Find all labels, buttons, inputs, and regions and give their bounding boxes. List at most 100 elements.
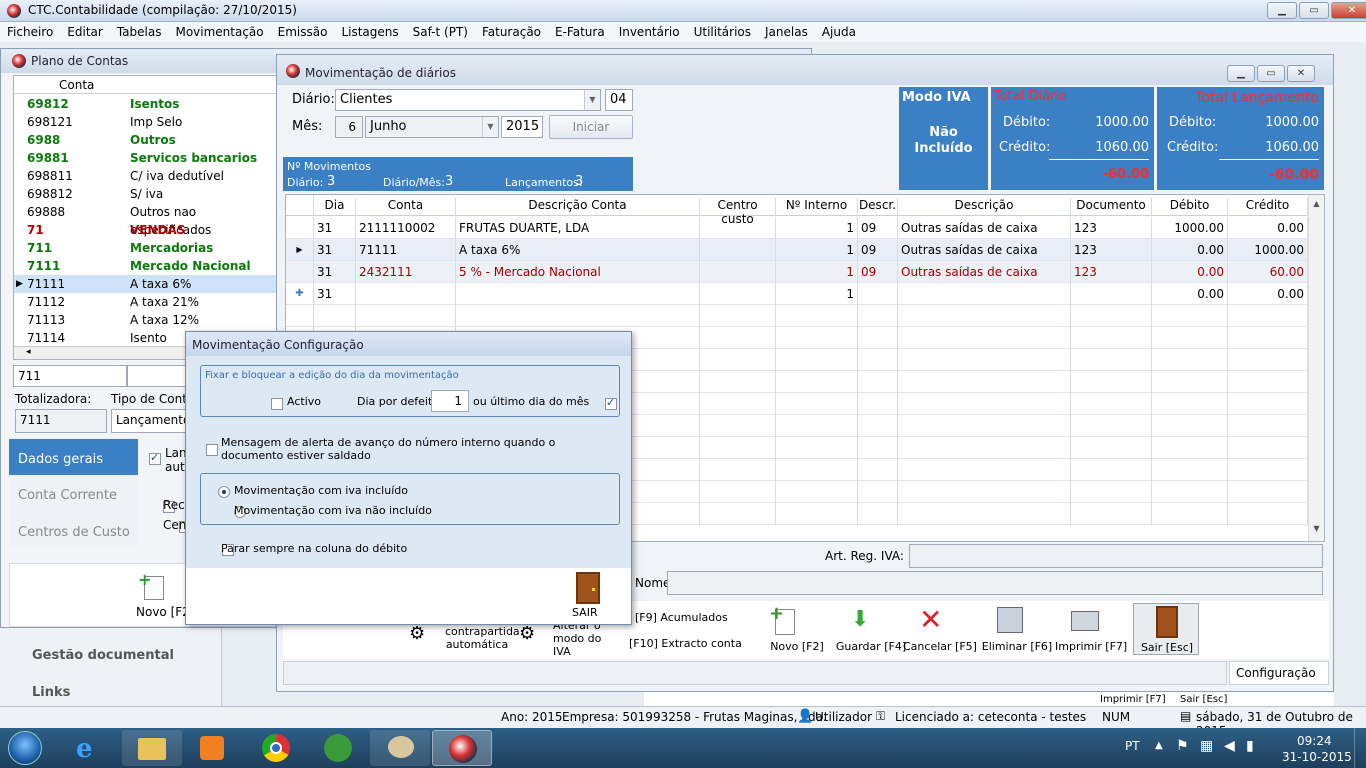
cell-interno[interactable] bbox=[776, 327, 858, 349]
dialog-sair-button[interactable]: SAIR bbox=[572, 606, 598, 619]
cell-credito[interactable] bbox=[1228, 327, 1308, 349]
cancelar-button[interactable]: ✕ Cancelar [F5] bbox=[903, 603, 977, 655]
cell-doc[interactable] bbox=[1071, 459, 1152, 481]
table-row[interactable]: 31 2111110002 FRUTAS DUARTE, LDA 1 09 Outras … bbox=[286, 217, 1308, 239]
col-header[interactable]: Crédito bbox=[1228, 198, 1308, 216]
eliminar-button[interactable]: Eliminar [F6] bbox=[981, 603, 1053, 655]
ano-field[interactable]: 2015 bbox=[501, 116, 543, 138]
language-indicator[interactable]: PT bbox=[1125, 739, 1140, 753]
menu-janelas[interactable]: Janelas bbox=[765, 25, 808, 39]
menu-tabelas[interactable]: Tabelas bbox=[117, 25, 162, 39]
cell-centro[interactable] bbox=[700, 503, 776, 525]
menu-emiss-o[interactable]: Emissão bbox=[278, 25, 328, 39]
cell-descricao[interactable]: Outras saídas de caixa bbox=[898, 261, 1071, 283]
cell-centro[interactable] bbox=[700, 415, 776, 437]
cell-interno[interactable] bbox=[776, 503, 858, 525]
cell-descr[interactable] bbox=[858, 437, 898, 459]
cell-doc[interactable]: 123 bbox=[1071, 217, 1152, 239]
art-reg-iva-field[interactable] bbox=[909, 544, 1323, 568]
close-button[interactable]: ✕ bbox=[1331, 2, 1366, 19]
menu-saf-t-pt-[interactable]: Saf-t (PT) bbox=[413, 25, 468, 39]
cell-descr[interactable] bbox=[858, 393, 898, 415]
cell-descr[interactable]: 09 bbox=[858, 261, 898, 283]
iva-incluido-radio[interactable] bbox=[218, 485, 230, 498]
conta-row[interactable]: 7111 Mercado Nacional bbox=[14, 257, 276, 275]
cell-debito[interactable] bbox=[1152, 503, 1228, 525]
cell-dia[interactable]: 31 bbox=[314, 239, 356, 261]
cell-descricao[interactable] bbox=[898, 305, 1071, 327]
cell-conta[interactable]: 71111 bbox=[356, 239, 456, 261]
cell-debito[interactable]: 0.00 bbox=[1152, 261, 1228, 283]
cell-doc[interactable] bbox=[1071, 393, 1152, 415]
imprimir-button[interactable]: Imprimir [F7] bbox=[1055, 603, 1127, 655]
cell-doc[interactable] bbox=[1071, 349, 1152, 371]
cell-credito[interactable] bbox=[1228, 415, 1308, 437]
col-header[interactable]: Conta bbox=[356, 198, 456, 216]
cell-interno[interactable] bbox=[776, 371, 858, 393]
table-row[interactable]: ▶ 31 71111 A taxa 6% 1 09 Outras saídas de cai… bbox=[286, 239, 1308, 261]
extracto-conta-button[interactable]: [F10] Extracto conta bbox=[629, 637, 742, 650]
cell-centro[interactable] bbox=[700, 327, 776, 349]
cell-interno[interactable]: 1 bbox=[776, 217, 858, 239]
cell-descricao[interactable]: Outras saídas de caixa bbox=[898, 239, 1071, 261]
nav-gestao-documental[interactable]: Gestão documental bbox=[32, 648, 174, 663]
cell-descr[interactable] bbox=[858, 503, 898, 525]
cell-credito[interactable]: 0.00 bbox=[1228, 217, 1308, 239]
cell-interno[interactable] bbox=[776, 393, 858, 415]
iniciar-button[interactable]: Iniciar bbox=[549, 115, 633, 139]
mov-maximize-button[interactable]: ▭ bbox=[1257, 65, 1285, 82]
cell-descr[interactable] bbox=[858, 349, 898, 371]
cell-doc[interactable]: 123 bbox=[1071, 261, 1152, 283]
conta-row[interactable]: ▶ 71111 A taxa 6% bbox=[14, 275, 276, 293]
conta-row[interactable]: 71 VENDAS bbox=[14, 221, 276, 239]
cell-desc_conta[interactable]: A taxa 6% bbox=[456, 239, 700, 261]
paint-taskbar-icon[interactable] bbox=[370, 730, 430, 766]
speaker-icon[interactable]: ◀ bbox=[1224, 738, 1235, 754]
cell-debito[interactable]: 1000.00 bbox=[1152, 217, 1228, 239]
menu-listagens[interactable]: Listagens bbox=[341, 25, 398, 39]
cell-debito[interactable] bbox=[1152, 349, 1228, 371]
ultimo-dia-checkbox[interactable] bbox=[604, 396, 617, 410]
cell-descricao[interactable] bbox=[898, 459, 1071, 481]
cell-doc[interactable] bbox=[1071, 371, 1152, 393]
cell-debito[interactable] bbox=[1152, 459, 1228, 481]
cell-centro[interactable] bbox=[700, 481, 776, 503]
menu-fatura-o[interactable]: Faturação bbox=[482, 25, 541, 39]
cell-conta[interactable] bbox=[356, 305, 456, 327]
clock-time[interactable]: 09:24 bbox=[1297, 734, 1332, 748]
cell-centro[interactable] bbox=[700, 459, 776, 481]
mes-num-field[interactable]: 6 bbox=[335, 116, 363, 138]
cell-conta[interactable]: 2432111 bbox=[356, 261, 456, 283]
cell-interno[interactable]: 1 bbox=[776, 283, 858, 305]
cell-descricao[interactable] bbox=[898, 283, 1071, 305]
cell-descr[interactable] bbox=[858, 459, 898, 481]
cell-descricao[interactable] bbox=[898, 349, 1071, 371]
conta-row[interactable]: 71113 A taxa 12% bbox=[14, 311, 276, 329]
sair-button[interactable]: Sair [Esc] bbox=[1133, 603, 1199, 655]
ie-taskbar-icon[interactable]: e bbox=[58, 730, 118, 766]
menu-movimenta-o[interactable]: Movimentação bbox=[175, 25, 263, 39]
tab-dados-gerais[interactable]: Dados gerais bbox=[9, 439, 138, 475]
cell-descr[interactable] bbox=[858, 305, 898, 327]
mov-close-button[interactable]: ✕ bbox=[1287, 65, 1315, 82]
cell-credito[interactable] bbox=[1228, 437, 1308, 459]
cell-centro[interactable] bbox=[700, 393, 776, 415]
cell-debito[interactable] bbox=[1152, 371, 1228, 393]
col-header[interactable]: Dia bbox=[314, 198, 356, 216]
table-row[interactable]: 31 2432111 5 % - Mercado Nacional 1 09 Outras… bbox=[286, 261, 1308, 283]
mes-select[interactable]: Junho ▼ bbox=[365, 116, 499, 138]
contrapartida-button[interactable]: contrapartida automática bbox=[445, 625, 520, 651]
cell-credito[interactable] bbox=[1228, 481, 1308, 503]
cell-interno[interactable] bbox=[776, 415, 858, 437]
menu-utilit-rios[interactable]: Utilitários bbox=[694, 25, 751, 39]
show-desktop-button[interactable] bbox=[1354, 728, 1366, 768]
maximize-button[interactable]: ▭ bbox=[1299, 2, 1329, 19]
cell-descr[interactable]: 09 bbox=[858, 239, 898, 261]
power-icon[interactable]: ▮ bbox=[1246, 738, 1254, 754]
clock-date[interactable]: 31-10-2015 bbox=[1282, 750, 1352, 764]
table-row[interactable]: ✚ 31 1 0.00 0.00 bbox=[286, 283, 1308, 305]
lancamento-auto-checkbox[interactable] bbox=[149, 451, 161, 465]
cell-doc[interactable] bbox=[1071, 437, 1152, 459]
flag-icon[interactable]: ⚑ bbox=[1176, 738, 1189, 754]
cell-centro[interactable] bbox=[700, 261, 776, 283]
